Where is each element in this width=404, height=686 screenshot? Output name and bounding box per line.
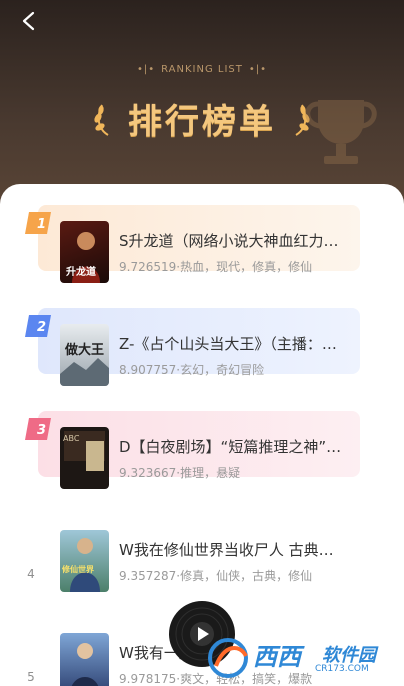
watermark-url: CR173.COM: [315, 664, 369, 674]
svg-text:修仙世界: 修仙世界: [61, 564, 95, 574]
ranking-subtitle: •|• RANKING LIST •|•: [136, 64, 268, 75]
laurel-left-icon: [94, 104, 109, 136]
book-title[interactable]: S升龙道（网络小说大神血红力…: [119, 230, 355, 251]
book-meta: 9.323667·推理，悬疑: [119, 466, 241, 480]
watermark-brand: 西西: [253, 643, 301, 671]
svg-text:升龙道: 升龙道: [66, 265, 96, 278]
rank-number: 5: [27, 670, 35, 684]
list-item[interactable]: 3 ABC D【白夜剧场】“短篇推理之神”… 9.323667·推理，悬疑: [0, 390, 404, 494]
rank-badge-2-icon: 2: [25, 315, 51, 337]
book-meta: 8.907757·玄幻，奇幻冒险: [119, 363, 265, 377]
svg-text:ABC: ABC: [63, 434, 80, 443]
trophy-icon: [305, 100, 377, 164]
page-title: 排行榜单: [128, 102, 276, 142]
book-meta: 9.357287·修真，仙侠，古典，修仙: [119, 569, 313, 583]
book-cover[interactable]: 做大王: [60, 324, 109, 386]
list-item[interactable]: 1 升龙道 S升龙道（网络小说大神血红力… 9.726519·热血，现代，修真，…: [0, 184, 404, 288]
book-cover[interactable]: 升龙道: [60, 221, 109, 283]
rank-badge-1-icon: 1: [25, 212, 51, 234]
svg-text:3: 3: [37, 423, 46, 438]
book-cover[interactable]: ABC: [60, 427, 109, 489]
back-button[interactable]: [14, 6, 44, 36]
rank-number: 4: [27, 567, 35, 581]
rank-badge-3-icon: 3: [25, 418, 51, 440]
book-cover[interactable]: 修仙世界: [60, 530, 109, 592]
book-meta: 9.726519·热血，现代，修真，修仙: [119, 260, 313, 274]
chevron-left-icon: [22, 11, 35, 31]
book-title[interactable]: Z-《占个山头当大王》（主播：…: [119, 333, 355, 354]
list-item[interactable]: 2 做大王 Z-《占个山头当大王》（主播：… 8.907757·玄幻，奇幻冒险: [0, 287, 404, 391]
list-item[interactable]: 4 修仙世界 W我在修仙世界当收尸人 古典… 9.357287·修真，仙侠，古典…: [0, 493, 404, 597]
svg-text:2: 2: [37, 320, 46, 335]
book-cover[interactable]: [60, 633, 109, 686]
ranking-header: •|• RANKING LIST •|• 排行榜单: [0, 0, 404, 210]
book-title[interactable]: W我在修仙世界当收尸人 古典…: [119, 539, 355, 560]
book-title[interactable]: D【白夜剧场】“短篇推理之神”…: [119, 436, 355, 457]
svg-text:1: 1: [37, 217, 46, 232]
svg-text:做大王: 做大王: [64, 342, 104, 358]
